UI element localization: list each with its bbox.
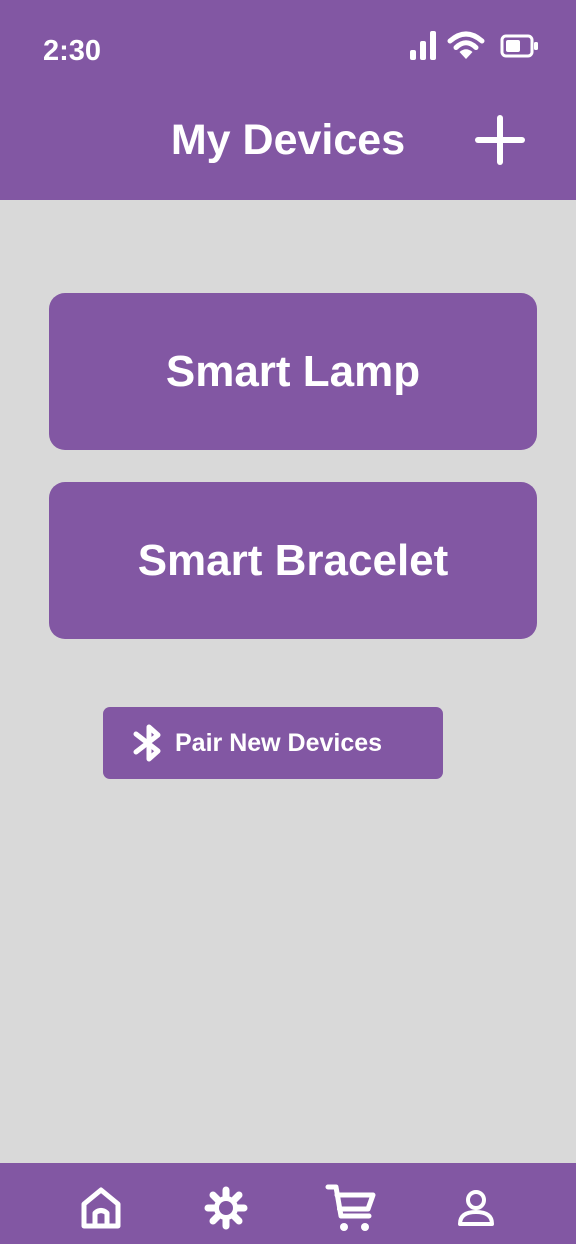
nav-settings[interactable] (198, 1183, 254, 1233)
device-card-smart-lamp[interactable]: Smart Lamp (49, 293, 537, 450)
plus-icon (475, 114, 525, 170)
device-card-smart-bracelet[interactable]: Smart Bracelet (49, 482, 537, 639)
user-icon (456, 1188, 496, 1228)
cart-icon (325, 1183, 377, 1233)
bluetooth-icon (129, 724, 169, 762)
app-header: 2:30 My Devices (0, 0, 576, 200)
device-label: Smart Lamp (165, 346, 421, 396)
wifi-icon (447, 31, 485, 61)
status-icons (410, 30, 540, 62)
nav-home[interactable] (73, 1183, 129, 1233)
add-device-button[interactable] (470, 114, 530, 170)
bottom-navigation (0, 1163, 576, 1244)
home-icon (78, 1184, 124, 1232)
pair-button-label: Pair New Devices (175, 729, 383, 757)
nav-profile[interactable] (448, 1183, 504, 1233)
nav-cart[interactable] (323, 1183, 379, 1233)
signal-icon (410, 30, 436, 62)
battery-icon (500, 34, 540, 58)
pair-new-devices-button[interactable]: Pair New Devices (103, 707, 443, 779)
device-label: Smart Bracelet (137, 535, 449, 585)
gear-icon (203, 1185, 249, 1231)
status-time: 2:30 (43, 35, 102, 67)
